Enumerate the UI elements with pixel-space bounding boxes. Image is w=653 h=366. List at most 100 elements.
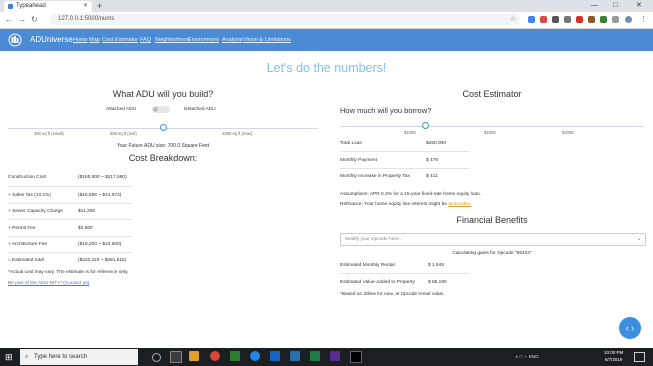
extension-icon[interactable]: [528, 16, 535, 23]
row-label: + Sewer Capacity Charge: [8, 209, 63, 214]
close-tab-icon[interactable]: ✕: [83, 1, 88, 12]
menu-icon[interactable]: ⋮: [640, 12, 647, 28]
nav-faq[interactable]: FAQ: [140, 29, 151, 51]
clock-date: 6/7/2019: [604, 357, 623, 362]
chevron-down-icon: ⌄: [636, 237, 641, 242]
divider: [8, 236, 132, 237]
app-icon[interactable]: [330, 351, 340, 361]
extension-icon[interactable]: [588, 16, 595, 23]
row-value-total: ($220,119 ~ $281,516): [78, 258, 127, 263]
loan-row-label: Total Loan: [340, 141, 363, 146]
row-value: ($19,200 ~ $24,800): [78, 242, 122, 247]
adu-size-text: Your Future ADU size: 700.0 Square Feet: [116, 143, 210, 149]
excel-icon[interactable]: [310, 351, 320, 361]
extension-icon[interactable]: [576, 16, 583, 23]
logo-icon: [8, 33, 22, 47]
slider-track: [340, 126, 644, 127]
extension-icon[interactable]: [612, 16, 619, 23]
estimate-note: *Actual cost may vary. The estimate is f…: [8, 270, 129, 275]
row-label: + Sales Tax (10.1%): [8, 193, 51, 198]
build-title: What ADU will you build?: [112, 89, 214, 99]
app-icon[interactable]: [270, 351, 280, 361]
refinance-prefix: Refinance: Your home equity line interes…: [340, 202, 449, 207]
adu-type-toggle[interactable]: [152, 106, 170, 113]
new-tab-button[interactable]: +: [97, 0, 102, 12]
favicon-icon: [8, 4, 13, 9]
search-icon: ⌕: [25, 354, 29, 360]
slider-tick-label: $200K: [562, 130, 575, 135]
loan-row-label: Monthly Increase in Property Tax: [340, 174, 410, 179]
slider-handle[interactable]: [422, 122, 429, 129]
cost-estimator-title: Cost Estimator: [462, 89, 522, 99]
slider-tick-label: 300 sq ft (small): [34, 131, 64, 136]
app-icon[interactable]: [230, 351, 240, 361]
zipcode-select[interactable]: Modify your zipcode here... ⌄: [340, 233, 646, 246]
deductible-link[interactable]: deductible.: [448, 202, 471, 207]
clock-time: 10:00 PM: [604, 350, 624, 355]
toggle-right-label: Detached ADU: [184, 107, 216, 112]
slider-tick-label: $100K: [404, 130, 417, 135]
toggle-knob: [153, 107, 158, 112]
loan-row-label: Monthly Payment: [340, 158, 378, 163]
contact-us-link[interactable]: Be part of the ADU-NITY! (Contact us): [8, 281, 89, 286]
slider-tick-label: 1000 sq ft (max): [222, 131, 253, 136]
extension-icon[interactable]: [540, 16, 547, 23]
divider: [8, 186, 132, 187]
row-value: ($16,656 ~ $21,974): [78, 193, 122, 198]
toggle-left-label: Attached ADU: [106, 107, 137, 112]
row-value: ($165,900 ~ $217,560): [78, 175, 127, 180]
gain-value: $ 85,190: [428, 280, 447, 285]
loan-row-value: $ 478: [426, 158, 439, 163]
file-explorer-icon[interactable]: [189, 351, 199, 361]
profile-avatar[interactable]: [625, 16, 632, 23]
nav-map[interactable]: Map: [89, 29, 100, 51]
chrome-icon[interactable]: [210, 351, 220, 361]
divider: [8, 203, 132, 204]
extension-icon[interactable]: [564, 16, 571, 23]
gain-label: Estimated Value-Added to Property: [340, 280, 415, 285]
brand-name[interactable]: ADUniverse: [30, 29, 73, 51]
refinance-text: Refinance: Your home equity line interes…: [340, 202, 471, 207]
nav-home[interactable]: Home: [73, 29, 88, 51]
app-icon[interactable]: [290, 351, 300, 361]
tab-title: Typeahead: [16, 3, 46, 9]
taskbar-search-placeholder: Type here to search: [34, 354, 88, 360]
reload-icon[interactable]: ↻: [31, 12, 38, 28]
url-field[interactable]: 127.0.0.1:5000/nums: [50, 14, 520, 25]
nav-environment[interactable]: Environment: [188, 29, 219, 51]
nav-analysis[interactable]: Analysis: [222, 29, 242, 51]
divider: [8, 252, 132, 253]
bookmark-star-icon[interactable]: ☆: [510, 13, 516, 27]
divider: [340, 168, 470, 169]
forward-icon[interactable]: →: [18, 12, 26, 28]
gain-value: $ 1,548: [428, 263, 445, 268]
nav-cost-estimator[interactable]: Cost Estimator: [102, 29, 138, 51]
taskbar-search[interactable]: ⌕ Type here to search: [20, 349, 138, 365]
terminal-icon[interactable]: [350, 351, 362, 363]
browser-tab[interactable]: Typeahead ✕: [4, 1, 92, 12]
zipcode-placeholder: Modify your zipcode here...: [345, 237, 403, 242]
edge-icon[interactable]: [250, 351, 260, 361]
code-toggle-button[interactable]: ‹ ›: [619, 317, 641, 339]
maximize-button[interactable]: □: [613, 0, 617, 12]
minimize-button[interactable]: —: [591, 0, 598, 12]
notification-icon[interactable]: [634, 352, 645, 362]
financial-benefits-title: Financial Benefits: [456, 215, 528, 225]
divider: [340, 273, 470, 274]
close-window-button[interactable]: ✕: [636, 0, 642, 12]
extension-icon[interactable]: [552, 16, 559, 23]
task-view-icon[interactable]: [170, 351, 182, 363]
back-icon[interactable]: ←: [5, 12, 13, 28]
windows-start-icon[interactable]: ⊞: [5, 350, 13, 364]
row-label-total: = Estimated total: [8, 258, 44, 263]
row-label: Construction Cost: [8, 175, 47, 180]
cortana-icon[interactable]: [152, 353, 161, 362]
extension-icon[interactable]: [600, 16, 607, 23]
loan-row-value: $260,000: [426, 141, 447, 146]
clock[interactable]: 10:00 PM 6/7/2019: [604, 349, 623, 363]
gain-label: Estimated Monthly Rental: [340, 263, 395, 268]
nav-neighborhood[interactable]: Neighborhood: [155, 29, 190, 51]
slider-handle[interactable]: [160, 124, 167, 131]
slider-tick-label: $150K: [484, 130, 497, 135]
nav-vision-limitations[interactable]: Vision & Limitations: [243, 29, 291, 51]
